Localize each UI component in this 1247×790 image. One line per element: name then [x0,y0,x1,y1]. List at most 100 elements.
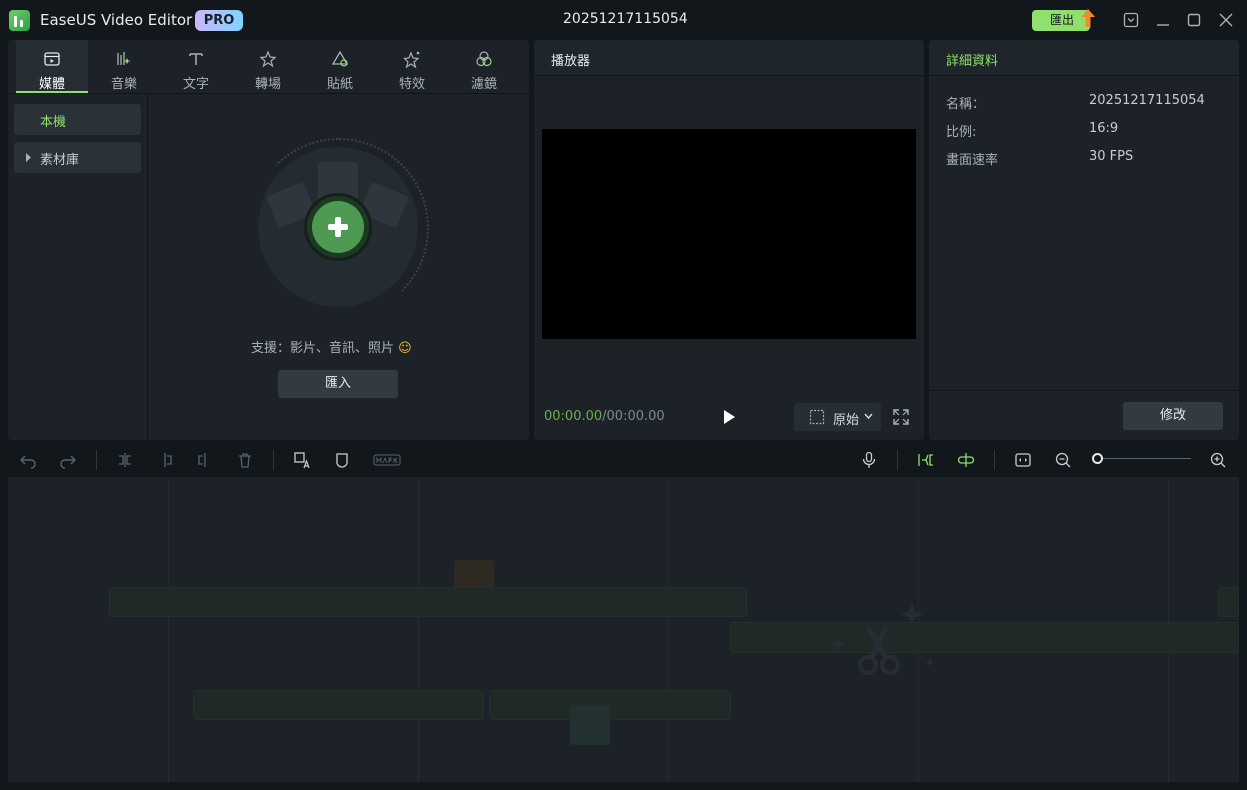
export-arrow-icon [1081,9,1095,27]
filter-icon [476,51,492,67]
timeline-area[interactable] [8,477,1239,782]
video-track-placeholder [109,587,747,617]
split-icon[interactable] [116,451,134,469]
video-track-placeholder [1218,587,1239,617]
toolbar-separator [994,450,995,470]
tab-music-label: 音樂 [110,77,137,92]
microphone-icon[interactable] [860,451,878,469]
sidebar-divider [147,94,148,440]
detail-framerate-label: 畫面速率 [946,153,999,168]
add-media-button[interactable] [304,193,372,261]
media-panel: 媒體 音樂 文字 轉場 貼紙 特效 濾鏡 本機 素材庫 支援：影片、音訊、照片 … [8,40,529,440]
tab-filter[interactable]: 濾鏡 [448,40,520,93]
trim-left-icon[interactable] [156,451,174,469]
sidebar-item-local-label: 本機 [40,115,67,130]
zoom-slider-track[interactable] [1097,458,1191,459]
tab-effects-label: 特效 [398,77,425,92]
tab-text[interactable]: 文字 [160,40,232,93]
video-preview[interactable] [542,129,916,339]
watermark-icon[interactable] [373,451,401,469]
speech-to-text-icon[interactable] [293,451,311,469]
menu-dropdown-icon[interactable] [1122,11,1140,29]
tab-media-label: 媒體 [38,77,65,92]
toolbar-separator [273,450,274,470]
supported-formats-text: 支援：影片、音訊、照片 ☺ [251,341,412,356]
media-icon [44,52,60,66]
detail-ratio-value: 16:9 [1089,121,1119,136]
fit-timeline-icon[interactable] [1014,451,1032,469]
player-panel: 播放器 00:00.00/00:00.00 原始 [534,40,924,440]
music-placeholder-icon [570,705,610,745]
toolbar-separator [897,450,898,470]
scissors-sparkle-icon [831,603,935,675]
sidebar-item-local[interactable]: 本機 [14,104,141,135]
details-header: 詳細資料 [929,40,1239,76]
details-panel: 詳細資料 名稱： 20251217115054 比例: 16:9 畫面速率 30… [929,40,1239,440]
detail-ratio-label: 比例: [946,125,977,140]
aspect-ratio-label: 原始 [833,413,860,428]
snap-icon[interactable] [917,451,935,469]
tab-music[interactable]: 音樂 [88,40,160,93]
overlay-track-placeholder [730,622,1239,653]
timeline-grid-line [418,477,419,782]
tab-media[interactable]: 媒體 [16,40,88,93]
audio-track-placeholder [489,690,731,720]
audio-track-placeholder [193,690,484,720]
tab-transition-label: 轉場 [254,77,281,92]
total-time: /00:00.00 [602,409,665,424]
tab-sticker-label: 貼紙 [326,77,353,92]
details-divider [929,390,1239,391]
sidebar-item-library-label: 素材庫 [40,153,80,168]
redo-icon[interactable] [59,451,77,469]
details-title: 詳細資料 [946,54,999,69]
delete-icon[interactable] [236,451,254,469]
timecode: 00:00.00/00:00.00 [544,409,665,424]
minimize-icon[interactable] [1154,11,1172,29]
plus-icon [312,201,364,253]
transition-icon [259,50,277,68]
tab-effects[interactable]: 特效 [376,40,448,93]
detail-framerate-value: 30 FPS [1089,149,1134,164]
timeline-grid-line [667,477,668,782]
player-title: 播放器 [551,54,591,69]
effects-icon [403,51,420,68]
text-icon [189,53,203,65]
maximize-icon[interactable] [1185,11,1203,29]
aspect-ratio-dropdown[interactable]: 原始 [794,403,881,431]
zoom-in-icon[interactable] [1209,451,1227,469]
trim-right-icon[interactable] [196,451,214,469]
player-header: 播放器 [534,40,924,76]
close-icon[interactable] [1217,11,1235,29]
tab-divider [8,93,529,94]
zoom-out-icon[interactable] [1054,451,1072,469]
tab-text-label: 文字 [182,77,209,92]
sidebar-item-library[interactable]: 素材庫 [14,142,141,173]
pro-badge[interactable]: PRO [195,10,243,31]
app-logo-icon [9,10,30,31]
fullscreen-icon[interactable] [893,409,909,425]
link-icon[interactable] [957,451,975,469]
app-name: EaseUS Video Editor [40,11,193,29]
sticker-icon [331,50,349,67]
current-time: 00:00.00 [544,409,603,424]
title-bar: EaseUS Video Editor PRO 20251217115054 匯… [0,0,1247,40]
timeline-grid-line [168,477,169,782]
crop-frame-icon [809,409,825,425]
tab-transition[interactable]: 轉場 [232,40,304,93]
chevron-down-icon [864,413,873,420]
music-icon [117,52,131,65]
toolbar-separator [96,450,97,470]
timeline-toolbar [0,442,1247,476]
detail-name-label: 名稱： [946,97,986,112]
mask-icon[interactable] [333,451,351,469]
modify-button[interactable]: 修改 [1123,402,1223,430]
project-title: 20251217115054 [563,11,688,27]
tab-filter-label: 濾鏡 [470,77,497,92]
detail-name-value: 20251217115054 [1089,93,1205,108]
import-button[interactable]: 匯入 [278,370,398,398]
undo-icon[interactable] [19,451,37,469]
zoom-slider-handle[interactable] [1092,453,1103,464]
caret-right-icon [26,153,31,162]
play-icon[interactable] [722,409,736,425]
tab-sticker[interactable]: 貼紙 [304,40,376,93]
